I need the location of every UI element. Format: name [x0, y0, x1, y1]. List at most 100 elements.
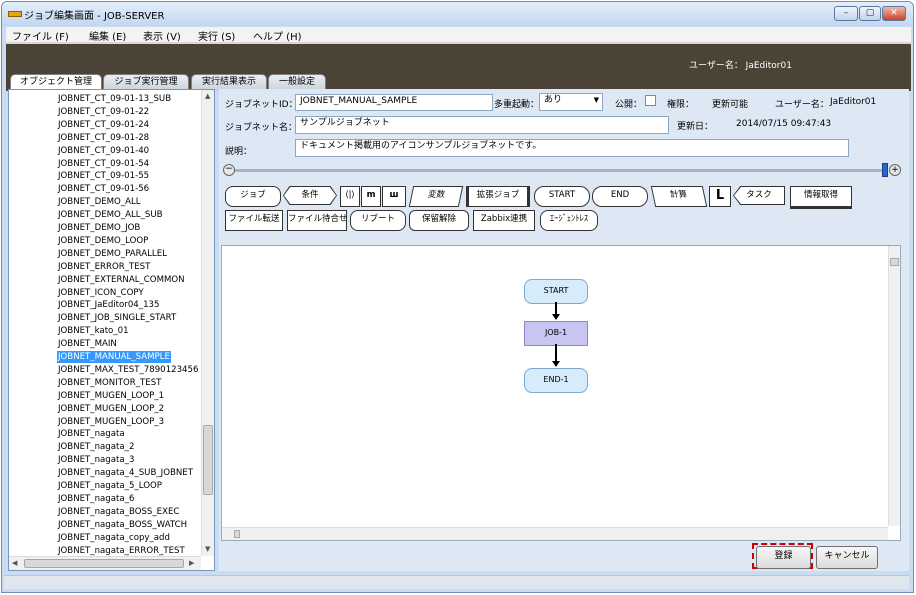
icon-reboot-button[interactable]: リブート — [350, 210, 406, 231]
scroll-up-arrow-icon[interactable]: ▲ — [205, 92, 210, 100]
flow-node-job-1[interactable]: JOB-1 — [524, 321, 588, 346]
public-label: 公開： — [615, 100, 643, 110]
scroll-thumb[interactable] — [203, 425, 213, 495]
menu-run[interactable]: 実行 (S) — [198, 28, 235, 43]
canvas-vertical-scrollbar[interactable] — [888, 246, 900, 526]
icon-parallel-start-button[interactable]: ⟨|⟩ — [340, 186, 360, 207]
flow-canvas[interactable]: START JOB-1 END-1 — [221, 245, 901, 541]
icon-condition-button[interactable]: 条件 — [283, 186, 337, 205]
icon-start-button[interactable]: START — [534, 186, 590, 207]
tree-item[interactable]: JOBNET_CT_09-01-40 — [57, 145, 150, 157]
menu-edit[interactable]: 編集 (E) — [89, 28, 126, 43]
zoom-slider-track[interactable] — [235, 169, 885, 172]
updated-value: 2014/07/15 09:47:43 — [736, 119, 832, 129]
tree-item[interactable]: JOBNET_nagata_2 — [57, 441, 135, 453]
tree-vertical-scrollbar[interactable]: ▲ ▼ — [201, 90, 214, 556]
icon-loop-button[interactable]: ш — [382, 186, 406, 207]
arrow-head-icon — [552, 314, 560, 320]
icon-file-wait-button[interactable]: ファイル待合せ — [287, 210, 348, 231]
permission-label: 権限： — [667, 100, 695, 110]
canvas-hscroll-thumb[interactable] — [234, 530, 240, 538]
icon-agentless-button[interactable]: ｴｰｼﾞｪﾝﾄﾚｽ — [540, 210, 598, 231]
tree-item[interactable]: JOBNET_MAX_TEST_7890123456 — [57, 364, 199, 376]
description-label: 説明： — [225, 147, 253, 157]
jobnet-tree[interactable]: JOBNET_CT_09-01-13_SUB JOBNET_CT_09-01-22… — [9, 90, 201, 556]
multi-start-select[interactable]: あり ▼ — [539, 93, 603, 111]
icon-hold-release-button[interactable]: 保留解除 — [409, 210, 469, 231]
updated-label: 更新日： — [677, 122, 714, 132]
tree-item[interactable]: JOBNET_MUGEN_LOOP_2 — [57, 403, 165, 415]
chevron-down-icon: ▼ — [593, 96, 599, 104]
canvas-horizontal-scrollbar[interactable] — [222, 527, 888, 540]
tree-item[interactable]: JOBNET_MONITOR_TEST — [57, 377, 162, 389]
cancel-button[interactable]: キャンセル — [816, 546, 878, 569]
icon-zabbix-button[interactable]: Zabbix連携 — [473, 210, 535, 231]
title-bar[interactable]: ジョブ編集画面 - JOB-SERVER – ▢ ✕ — [2, 2, 913, 26]
icon-calc-button[interactable]: 計算 — [650, 186, 708, 207]
icon-variable-button[interactable]: 変数 — [408, 186, 464, 207]
maximize-button[interactable]: ▢ — [859, 6, 881, 21]
minimize-button[interactable]: – — [834, 6, 858, 21]
tree-item[interactable]: JOBNET_CT_09-01-55 — [57, 170, 150, 182]
arrow-head-icon — [552, 361, 560, 367]
scroll-right-arrow-icon[interactable]: ▶ — [189, 559, 194, 567]
tree-item[interactable]: JOBNET_JOB_SINGLE_START — [57, 312, 177, 324]
tree-item[interactable]: JOBNET_DEMO_JOB — [57, 222, 141, 234]
icon-job-button[interactable]: ジョブ — [225, 186, 281, 207]
close-button[interactable]: ✕ — [882, 6, 906, 21]
tree-item[interactable]: JOBNET_nagata_BOSS_WATCH — [57, 519, 188, 531]
menu-file[interactable]: ファイル (F) — [12, 28, 69, 43]
scroll-left-arrow-icon[interactable]: ◀ — [12, 559, 17, 567]
public-checkbox[interactable] — [645, 95, 656, 106]
tree-item[interactable]: JOBNET_CT_09-01-22 — [57, 106, 150, 118]
icon-extended-job-button[interactable]: 拡張ジョブ — [466, 186, 530, 207]
tree-item[interactable]: JOBNET_nagata — [57, 428, 126, 440]
hscroll-thumb[interactable] — [24, 559, 184, 568]
tree-item[interactable]: JOBNET_JaEditor04_135 — [57, 299, 160, 311]
menu-help[interactable]: ヘルプ (H) — [253, 28, 302, 43]
tree-item[interactable]: JOBNET_nagata_6 — [57, 493, 135, 505]
tree-item[interactable]: JOBNET_MANUAL_SAMPLE — [57, 351, 171, 363]
tree-item[interactable]: JOBNET_MUGEN_LOOP_1 — [57, 390, 165, 402]
icon-task-button[interactable]: タスク — [733, 186, 785, 205]
tree-item[interactable]: JOBNET_ERROR_TEST — [57, 261, 151, 273]
tree-item[interactable]: JOBNET_kato_01 — [57, 325, 130, 337]
tree-item[interactable]: JOBNET_EXTERNAL_COMMON — [57, 274, 186, 286]
tree-item[interactable]: JOBNET_MUGEN_LOOP_3 — [57, 416, 165, 428]
icon-file-transfer-button[interactable]: ファイル転送 — [225, 210, 283, 231]
tree-item[interactable]: JOBNET_DEMO_ALL_SUB — [57, 209, 164, 221]
scroll-down-arrow-icon[interactable]: ▼ — [205, 545, 210, 553]
zoom-out-icon[interactable]: − — [223, 164, 235, 176]
zoom-slider-thumb[interactable] — [882, 163, 888, 177]
icon-info-get-button[interactable]: 情報取得 — [790, 186, 852, 209]
icon-parallel-end-button[interactable]: m — [361, 186, 381, 207]
canvas-vscroll-thumb[interactable] — [890, 258, 899, 266]
flow-node-end-1[interactable]: END-1 — [524, 368, 588, 393]
tree-item[interactable]: JOBNET_nagata_3 — [57, 454, 135, 466]
jobnet-id-field[interactable]: JOBNET_MANUAL_SAMPLE — [295, 94, 493, 111]
zoom-in-icon[interactable]: + — [889, 164, 901, 176]
tree-horizontal-scrollbar[interactable]: ◀ ▶ — [9, 556, 201, 570]
jobnet-name-field[interactable]: サンプルジョブネット — [295, 116, 669, 134]
menu-view[interactable]: 表示 (V) — [143, 28, 181, 43]
tree-item[interactable]: JOBNET_CT_09-01-13_SUB — [57, 93, 172, 105]
tree-item[interactable]: JOBNET_nagata_5_LOOP — [57, 480, 163, 492]
tree-item[interactable]: JOBNET_nagata_ERROR_TEST — [57, 545, 186, 557]
tree-item[interactable]: JOBNET_CT_09-01-54 — [57, 158, 150, 170]
tree-item[interactable]: JOBNET_nagata_BOSS_EXEC — [57, 506, 180, 518]
tree-item[interactable]: JOBNET_ICON_COPY — [57, 287, 145, 299]
icon-end-button[interactable]: END — [592, 186, 648, 207]
description-field[interactable]: ドキュメント掲載用のアイコンサンプルジョブネットです。 — [295, 139, 849, 157]
tree-item[interactable]: JOBNET_nagata_4_SUB_JOBNET — [57, 467, 194, 479]
tree-item[interactable]: JOBNET_DEMO_PARALLEL — [57, 248, 168, 260]
tree-item[interactable]: JOBNET_CT_09-01-28 — [57, 132, 150, 144]
tree-item[interactable]: JOBNET_MAIN — [57, 338, 118, 350]
register-button[interactable]: 登録 — [756, 546, 811, 569]
flow-node-start[interactable]: START — [524, 279, 588, 304]
tree-item[interactable]: JOBNET_DEMO_LOOP — [57, 235, 149, 247]
tree-item[interactable]: JOBNET_nagata_copy_add — [57, 532, 171, 544]
tree-item[interactable]: JOBNET_CT_09-01-56 — [57, 183, 150, 195]
icon-l-button[interactable]: L — [709, 186, 731, 207]
tree-item[interactable]: JOBNET_DEMO_ALL — [57, 196, 142, 208]
tree-item[interactable]: JOBNET_CT_09-01-24 — [57, 119, 150, 131]
